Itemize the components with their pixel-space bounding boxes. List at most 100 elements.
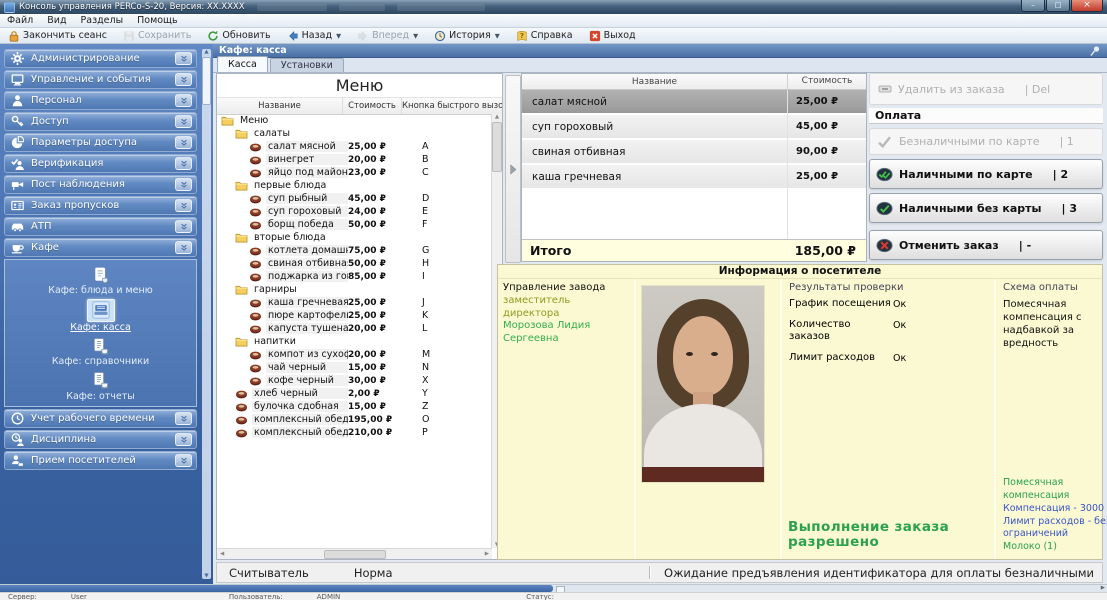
dropdown-arrow-icon[interactable]: ▼: [413, 32, 418, 40]
menu-item[interactable]: Помощь: [130, 15, 184, 26]
sidebar-group[interactable]: Заказ пропусков: [4, 196, 197, 215]
scrollbar-thumb[interactable]: [492, 122, 502, 172]
menu-tree-row[interactable]: кофе черный 30,00 ₽ X: [217, 374, 492, 387]
chevron-down-icon[interactable]: [175, 157, 192, 170]
toolbar-button[interactable]: Закончить сеанс ▼: [0, 28, 115, 44]
order-row[interactable]: салат мясной 25,00 ₽: [522, 90, 866, 113]
chevron-down-icon[interactable]: [175, 433, 192, 446]
maximize-button[interactable]: [1046, 0, 1070, 12]
remove-from-order-button[interactable]: Удалить из заказа | Del: [869, 73, 1103, 105]
sidebar-item-cafe[interactable]: Кафе: касса: [5, 299, 196, 333]
menu-tree-row[interactable]: Меню: [217, 114, 492, 127]
menu-horizontal-scrollbar[interactable]: [217, 548, 492, 559]
payment-button[interactable]: Наличными без карты | 3: [869, 193, 1103, 223]
sidebar-group[interactable]: Управление и события: [4, 70, 197, 89]
menu-tree-row[interactable]: свиная отбивная 50,00 ₽ H: [217, 257, 492, 270]
menu-tree-row[interactable]: винегрет 20,00 ₽ B: [217, 153, 492, 166]
chevron-down-icon[interactable]: [175, 52, 192, 65]
scroll-right-icon[interactable]: [1101, 585, 1105, 591]
sidebar-group[interactable]: Верификация: [4, 154, 197, 173]
sidebar-group[interactable]: Пост наблюдения: [4, 175, 197, 194]
scroll-down-icon[interactable]: [204, 573, 208, 579]
menu-tree-row[interactable]: чай черный 15,00 ₽ N: [217, 361, 492, 374]
chevron-down-icon[interactable]: [175, 115, 192, 128]
order-row[interactable]: суп гороховый 45,00 ₽: [522, 115, 866, 138]
menu-tree-row[interactable]: гарниры: [217, 283, 492, 296]
scrollbar-thumb[interactable]: [202, 57, 211, 105]
tree-item-hotkey: E: [406, 206, 492, 217]
menu-tree-row[interactable]: вторые блюда: [217, 231, 492, 244]
menu-tree-row[interactable]: компот из сухофруктов 20,00 ₽ M: [217, 348, 492, 361]
menu-tree-row[interactable]: суп гороховый 24,00 ₽ E: [217, 205, 492, 218]
tab[interactable]: Установки: [270, 58, 344, 72]
payment-button[interactable]: Безналичными по карте | 1: [869, 128, 1103, 155]
menu-tree-row[interactable]: суп рыбный 45,00 ₽ D: [217, 192, 492, 205]
order-row[interactable]: каша гречневая 25,00 ₽: [522, 165, 866, 188]
chevron-down-icon[interactable]: [175, 73, 192, 86]
menu-tree-row[interactable]: комплексный обед №2 210,00 ₽ P: [217, 426, 492, 439]
scroll-left-icon[interactable]: [220, 551, 224, 557]
scroll-right-icon[interactable]: [485, 551, 489, 557]
dropdown-arrow-icon[interactable]: ▼: [336, 32, 341, 40]
pin-icon[interactable]: [1089, 45, 1101, 57]
menu-tree-row[interactable]: комплексный обед №1 195,00 ₽ O: [217, 413, 492, 426]
chevron-down-icon[interactable]: [175, 178, 192, 191]
add-to-order-button[interactable]: [505, 75, 521, 263]
dropdown-arrow-icon[interactable]: ▼: [495, 32, 500, 40]
toolbar-button[interactable]: История ▼: [426, 28, 508, 44]
chevron-down-icon[interactable]: [175, 94, 192, 107]
menu-tree-row[interactable]: первые блюда: [217, 179, 492, 192]
menu-tree-row[interactable]: котлета домашняя 75,00 ₽ G: [217, 244, 492, 257]
toolbar-button[interactable]: ? Справка ▼: [508, 28, 581, 44]
chevron-down-icon[interactable]: [175, 136, 192, 149]
sidebar-group[interactable]: АТП: [4, 217, 197, 236]
scrollbar-thumb[interactable]: [324, 550, 386, 559]
menu-item[interactable]: Файл: [0, 15, 40, 26]
scrollbar-thumb[interactable]: [0, 585, 553, 592]
chevron-down-icon[interactable]: [175, 412, 192, 425]
sidebar-item-cafe[interactable]: Кафе: блюда и меню: [5, 264, 196, 296]
menu-tree-row[interactable]: булочка сдобная 15,00 ₽ Z: [217, 400, 492, 413]
bottom-scrollbar[interactable]: [0, 584, 1107, 592]
sidebar-item-cafe[interactable]: Кафе: отчеты: [5, 370, 196, 402]
toolbar-button[interactable]: Назад ▼: [279, 28, 349, 44]
menu-tree-row[interactable]: поджарка из говядины 85,00 ₽ I: [217, 270, 492, 283]
toolbar-button[interactable]: Вперед ▼: [349, 28, 426, 44]
chevron-down-icon[interactable]: [175, 220, 192, 233]
sidebar-group[interactable]: Учет рабочего времени: [4, 409, 197, 428]
menu-tree-row[interactable]: пюре картофельное 25,00 ₽ K: [217, 309, 492, 322]
sidebar-item-cafe[interactable]: Кафе: справочники: [5, 335, 196, 367]
menu-tree-row[interactable]: яйцо под майонезом 23,00 ₽ C: [217, 166, 492, 179]
menu-tree-row[interactable]: салат мясной 25,00 ₽ A: [217, 140, 492, 153]
chevron-down-icon[interactable]: [175, 199, 192, 212]
menu-tree-row[interactable]: борщ победа 50,00 ₽ F: [217, 218, 492, 231]
menu-tree-row[interactable]: напитки: [217, 335, 492, 348]
payment-button[interactable]: Наличными по карте | 2: [869, 159, 1103, 189]
menu-item[interactable]: Разделы: [74, 15, 131, 26]
sidebar-group[interactable]: Доступ: [4, 112, 197, 131]
menu-tree-row[interactable]: каша гречневая 25,00 ₽ J: [217, 296, 492, 309]
menu-item[interactable]: Вид: [40, 15, 73, 26]
menu-tree-row[interactable]: хлеб черный 2,00 ₽ Y: [217, 387, 492, 400]
sidebar-group[interactable]: Персонал: [4, 91, 197, 110]
toolbar-button[interactable]: Выход ▼: [581, 28, 644, 44]
toolbar-button[interactable]: Сохранить ▼: [115, 28, 199, 44]
order-row[interactable]: свиная отбивная 90,00 ₽: [522, 140, 866, 163]
payment-button[interactable]: Отменить заказ | -: [869, 230, 1103, 260]
toolbar-button[interactable]: Обновить ▼: [199, 28, 278, 44]
chevron-down-icon[interactable]: [175, 241, 192, 254]
menu-tree-row[interactable]: капуста тушеная с ов. 20,00 ₽ L: [217, 322, 492, 335]
sidebar-group[interactable]: Параметры доступа: [4, 133, 197, 152]
sidebar-scrollbar[interactable]: [202, 49, 211, 579]
scroll-up-icon[interactable]: [495, 114, 499, 120]
menu-tree-row[interactable]: салаты: [217, 127, 492, 140]
sidebar-group[interactable]: Прием посетителей: [4, 451, 197, 470]
sidebar-group[interactable]: Дисциплина: [4, 430, 197, 449]
close-button[interactable]: [1071, 0, 1103, 12]
minimize-button[interactable]: [1021, 0, 1045, 12]
sidebar-group[interactable]: Кафе: [4, 238, 197, 257]
chevron-down-icon[interactable]: [175, 454, 192, 467]
sidebar-group[interactable]: Администрирование: [4, 49, 197, 68]
scroll-up-icon[interactable]: [204, 49, 208, 55]
tab[interactable]: Касса: [217, 56, 268, 72]
